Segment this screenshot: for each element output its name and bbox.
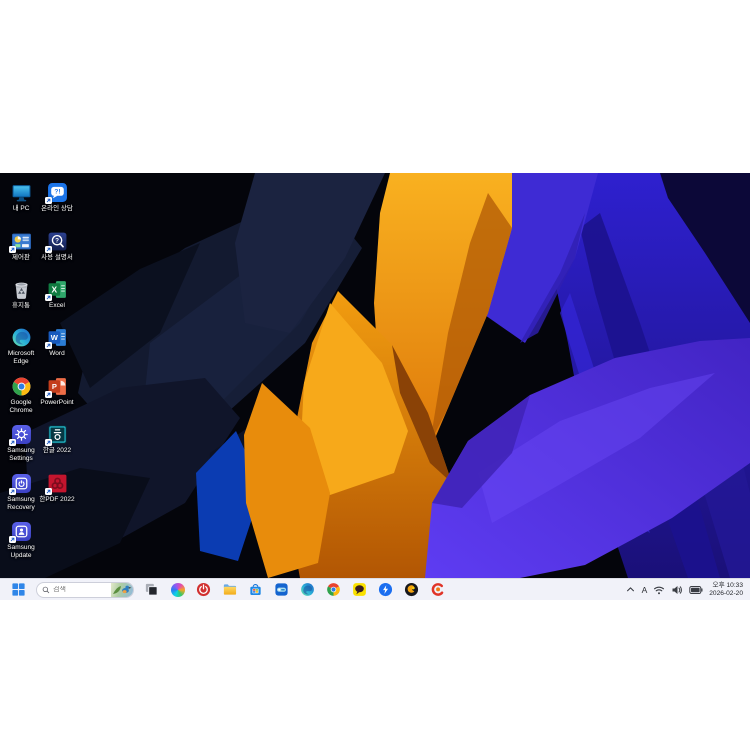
- samsung-app-button[interactable]: [270, 580, 293, 599]
- hangul-2022-icon: [47, 424, 68, 445]
- search-daily-image[interactable]: [111, 582, 133, 598]
- taskbar-left: [7, 580, 449, 599]
- recycle-bin-icon: [11, 279, 32, 300]
- google-chrome-icon: [11, 376, 32, 397]
- user-manual-icon: ?: [47, 231, 68, 252]
- bird-image-icon: [111, 582, 133, 598]
- hidden-icons-button[interactable]: [625, 584, 636, 595]
- svg-text:X: X: [51, 284, 57, 294]
- volume-button[interactable]: [671, 584, 683, 596]
- shortcut-arrow-icon: [45, 246, 52, 253]
- google-chrome-icon: [326, 582, 341, 597]
- dark-orange-app-button[interactable]: [400, 580, 423, 599]
- samsung-recovery-power-icon: [196, 582, 211, 597]
- system-tray: A 오후 10:33 2026-02-2: [625, 582, 743, 598]
- windows-logo-icon: [11, 582, 26, 597]
- start-button[interactable]: [7, 580, 30, 599]
- control-panel-icon: [11, 231, 32, 252]
- battery-icon: [689, 585, 703, 595]
- taskbar-search[interactable]: [36, 582, 134, 598]
- file-explorer-icon: [222, 582, 237, 597]
- samsung-recovery-icon: [11, 473, 32, 494]
- desktop-icon-label: Excel: [36, 302, 78, 310]
- copilot-icon: [171, 583, 185, 597]
- desktop-icon-label: 사용 설명서: [36, 254, 78, 262]
- clock[interactable]: 오후 10:33 2026-02-20: [709, 582, 743, 598]
- microsoft-store-icon: [248, 582, 263, 597]
- desktop-icon-label: 온라인 상담: [36, 205, 78, 213]
- microsoft-edge-icon: [11, 327, 32, 348]
- kakaotalk-button[interactable]: [348, 580, 371, 599]
- task-view-button[interactable]: [140, 580, 163, 599]
- red-c-app-button[interactable]: [426, 580, 449, 599]
- shortcut-arrow-icon: [9, 246, 16, 253]
- desktop-icon-user-manual[interactable]: ? 사용 설명서: [36, 231, 78, 262]
- desktop-icon-hangul-2022[interactable]: 한글 2022: [36, 424, 78, 455]
- my-pc-icon: [11, 182, 32, 203]
- taskbar: A 오후 10:33 2026-02-2: [0, 578, 750, 600]
- powerpoint-icon: P: [47, 376, 68, 397]
- taskbar-chrome-button[interactable]: [322, 580, 345, 599]
- shortcut-arrow-icon: [9, 488, 16, 495]
- samsung-settings-icon: [11, 424, 32, 445]
- desktop-icon-samsung-update[interactable]: Samsung Update: [0, 521, 42, 560]
- shortcut-arrow-icon: [9, 536, 16, 543]
- desktop-icon-label: Word: [36, 350, 78, 358]
- red-c-app-icon: [430, 582, 445, 597]
- shortcut-arrow-icon: [45, 488, 52, 495]
- taskbar-edge-button[interactable]: [296, 580, 319, 599]
- desktop-icon-label: PowerPoint: [36, 399, 78, 407]
- desktop-icon-label: 한PDF 2022: [36, 496, 78, 504]
- svg-text:?!: ?!: [54, 189, 60, 196]
- microsoft-edge-icon: [300, 582, 315, 597]
- tray-time: 오후 10:33: [713, 582, 743, 590]
- desktop-icon-label: 한글 2022: [36, 447, 78, 455]
- desktop-icon-excel[interactable]: X Excel: [36, 279, 78, 310]
- wifi-button[interactable]: [653, 584, 665, 596]
- wallpaper: [0, 173, 750, 578]
- excel-icon: X: [47, 279, 68, 300]
- blue-bolt-app-icon: [378, 582, 393, 597]
- desktop-icon-word[interactable]: W Word: [36, 327, 78, 358]
- samsung-app-icon: [274, 582, 289, 597]
- taskbar-samsung-recovery-button[interactable]: [192, 580, 215, 599]
- desktop-screen: 내 PC ?! 온라인 상담 제어판 ? 사용 설명서: [0, 173, 750, 600]
- microsoft-store-button[interactable]: [244, 580, 267, 599]
- samsung-update-icon: [11, 521, 32, 542]
- desktop-icon-hanpdf-2022[interactable]: 한PDF 2022: [36, 473, 78, 504]
- shortcut-arrow-icon: [45, 197, 52, 204]
- shortcut-arrow-icon: [9, 439, 16, 446]
- desktop-icon-online-support[interactable]: ?! 온라인 상담: [36, 182, 78, 213]
- shortcut-arrow-icon: [45, 439, 52, 446]
- desktop-icon-powerpoint[interactable]: P PowerPoint: [36, 376, 78, 407]
- desktop-icon-label: Samsung Update: [0, 544, 42, 560]
- copilot-button[interactable]: [166, 580, 189, 599]
- hanpdf-2022-icon: [47, 473, 68, 494]
- online-support-icon: ?!: [47, 182, 68, 203]
- ime-indicator[interactable]: A: [642, 585, 648, 595]
- word-icon: W: [47, 327, 68, 348]
- svg-text:?: ?: [55, 238, 59, 245]
- battery-button[interactable]: [689, 585, 703, 595]
- letterbox-bottom: [0, 600, 750, 750]
- dark-orange-app-icon: [404, 582, 419, 597]
- file-explorer-button[interactable]: [218, 580, 241, 599]
- kakaotalk-icon: [352, 582, 367, 597]
- shortcut-arrow-icon: [45, 342, 52, 349]
- svg-text:P: P: [51, 382, 56, 391]
- blue-bolt-app-button[interactable]: [374, 580, 397, 599]
- task-view-icon: [144, 582, 159, 597]
- search-icon: [42, 586, 50, 594]
- wifi-icon: [653, 584, 665, 596]
- shortcut-arrow-icon: [45, 391, 52, 398]
- tray-date: 2026-02-20: [709, 590, 743, 598]
- chevron-up-icon: [625, 584, 636, 595]
- shortcut-arrow-icon: [45, 294, 52, 301]
- letterbox-top: [0, 0, 750, 173]
- search-input[interactable]: [53, 586, 108, 593]
- speaker-icon: [671, 584, 683, 596]
